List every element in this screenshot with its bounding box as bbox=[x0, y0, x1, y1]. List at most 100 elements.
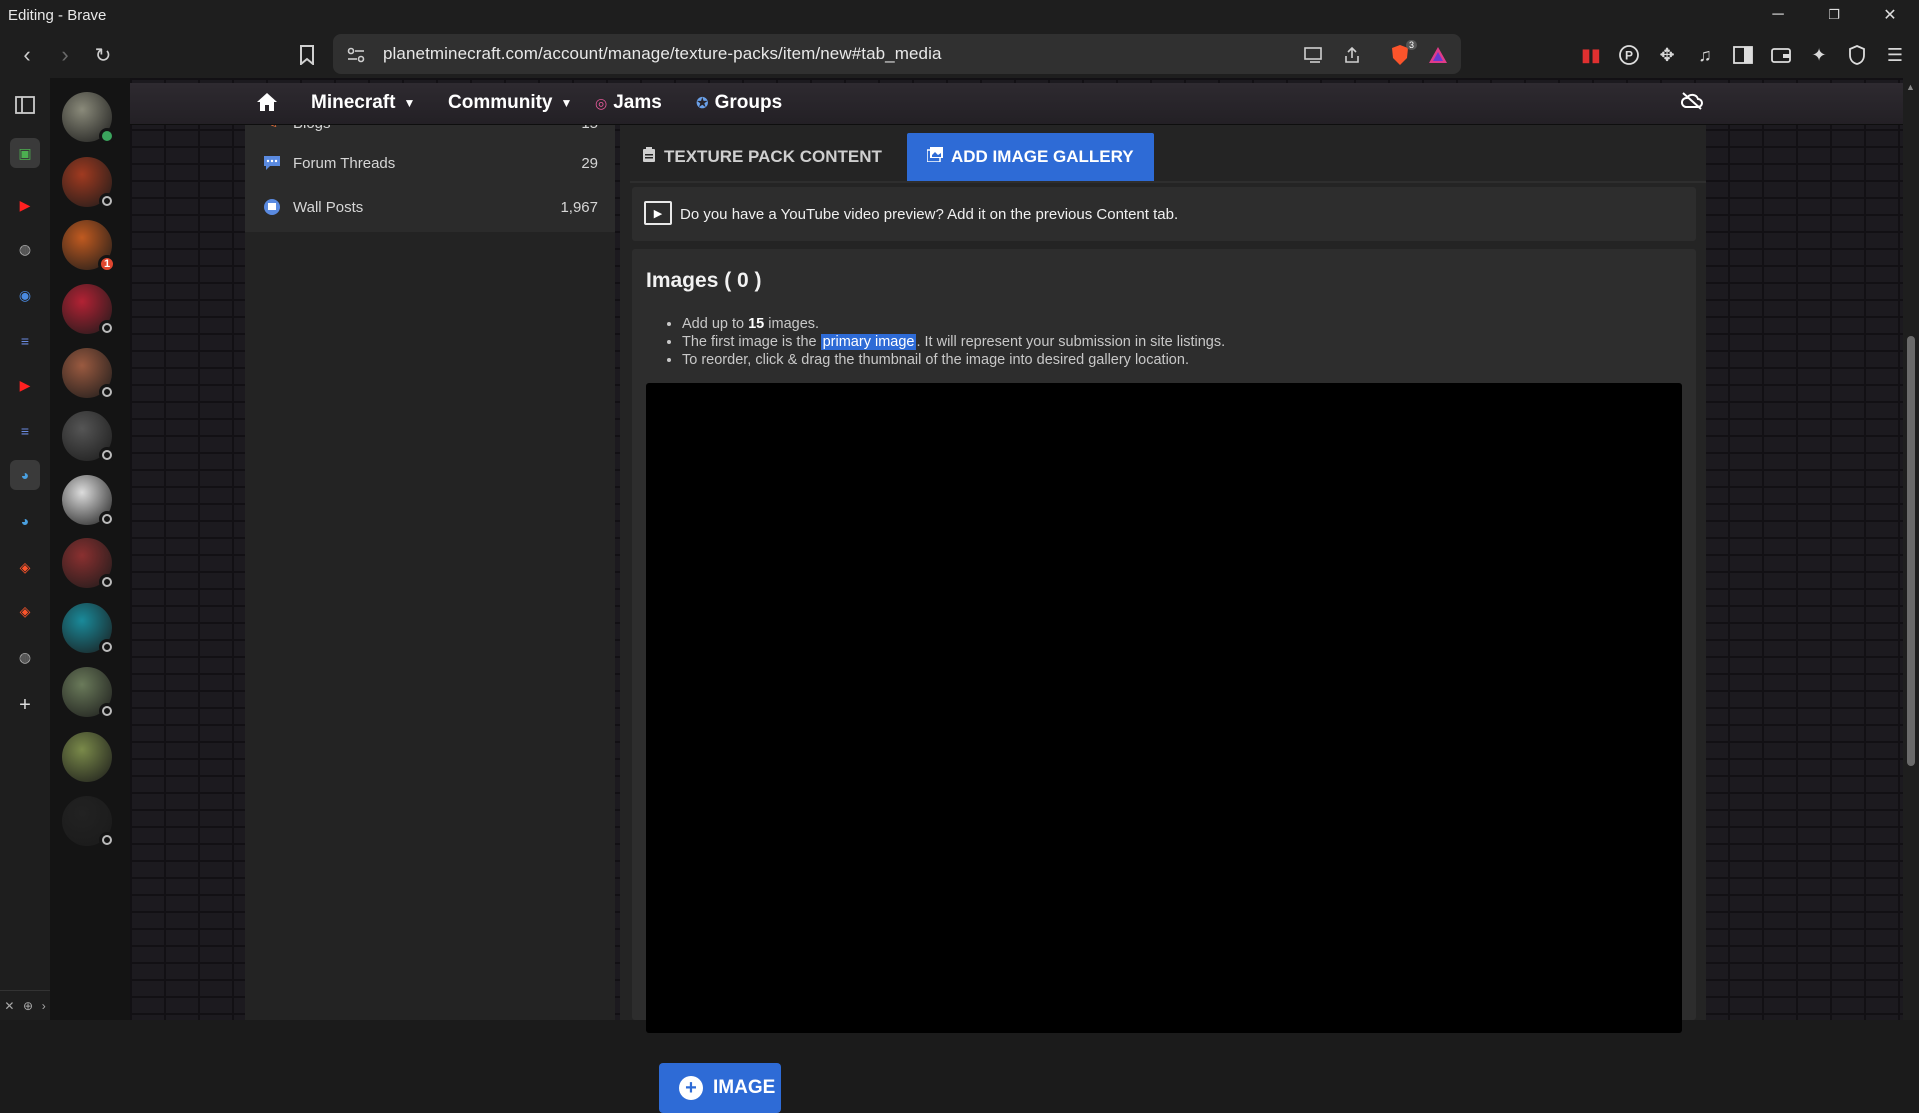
tab-docs-icon[interactable]: ≡ bbox=[10, 326, 40, 356]
tab-youtube-icon[interactable]: ▶ bbox=[10, 190, 40, 220]
add-image-button[interactable]: + IMAGE bbox=[659, 1063, 781, 1113]
browser-toolbar: ‹ › ↻ planetminecraft.com/account/manage… bbox=[0, 30, 1919, 78]
music-icon[interactable]: ♫ bbox=[1692, 42, 1718, 68]
reload-button[interactable]: ↻ bbox=[86, 38, 120, 72]
offline-status-icon bbox=[99, 574, 115, 590]
offline-status-icon bbox=[99, 703, 115, 719]
minimize-button[interactable]: ─ bbox=[1750, 0, 1806, 30]
leo-ai-icon[interactable]: ✦ bbox=[1806, 42, 1832, 68]
page-scrollbar[interactable]: ▲ bbox=[1903, 78, 1919, 1020]
close-window-button[interactable]: ✕ bbox=[1862, 0, 1918, 30]
maximize-button[interactable]: ❐ bbox=[1806, 0, 1862, 30]
tab-discord-icon[interactable]: ▣ bbox=[10, 138, 40, 168]
server-avatar[interactable] bbox=[62, 348, 115, 400]
home-link[interactable] bbox=[256, 92, 278, 112]
forward-button[interactable]: › bbox=[48, 38, 82, 72]
cast-icon[interactable] bbox=[1301, 42, 1327, 68]
vertical-strip-footer: ✕ ⊕ › bbox=[0, 990, 50, 1020]
tab-brave-icon[interactable]: ◈ bbox=[10, 552, 40, 582]
expand-strip-icon[interactable]: › bbox=[42, 999, 46, 1013]
tab-globe-icon-2[interactable]: ◍ bbox=[10, 642, 40, 672]
tab-chrome-icon[interactable]: ◉ bbox=[10, 280, 40, 310]
tab-youtube-icon-2[interactable]: ▶ bbox=[10, 370, 40, 400]
nav-minecraft[interactable]: Minecraft ▼ bbox=[311, 92, 415, 114]
scroll-up-icon[interactable]: ▲ bbox=[1906, 82, 1916, 92]
avatar-image bbox=[62, 732, 112, 782]
audio-extension-icon[interactable]: ▮▮ bbox=[1578, 42, 1604, 68]
site-navigation: Minecraft ▼ Community ▼ ◎ Jams ✪ Groups bbox=[130, 83, 1903, 125]
image-dropzone[interactable] bbox=[646, 383, 1682, 1033]
cloud-off-icon bbox=[1680, 92, 1703, 110]
server-avatar[interactable] bbox=[62, 538, 115, 590]
server-avatar[interactable]: 1 bbox=[62, 220, 116, 273]
offline-status-icon bbox=[99, 193, 115, 209]
close-strip-icon[interactable]: ✕ bbox=[4, 999, 14, 1013]
tab-globe-icon[interactable]: ◍ bbox=[10, 234, 40, 264]
window-title: Editing - Brave bbox=[8, 6, 107, 24]
rule-text: images. bbox=[764, 316, 820, 332]
offline-status-icon bbox=[99, 320, 115, 336]
rule-max-count: 15 bbox=[748, 316, 765, 332]
url-text[interactable]: planetminecraft.com/account/manage/textu… bbox=[383, 44, 942, 64]
image-gallery-section: Images ( 0 ) Add up to 15 images. The fi… bbox=[632, 249, 1696, 1113]
tab-texture-pack-content[interactable]: TEXTURE PACK CONTENT bbox=[622, 133, 902, 181]
list-item-wall-posts[interactable]: Wall Posts 1,967 bbox=[245, 187, 615, 227]
add-strip-icon[interactable]: ⊕ bbox=[23, 999, 33, 1013]
address-bar[interactable]: planetminecraft.com/account/manage/textu… bbox=[333, 34, 1461, 74]
wallet-icon[interactable] bbox=[1768, 42, 1794, 68]
vpn-icon[interactable] bbox=[1844, 42, 1870, 68]
list-item-count: 29 bbox=[581, 154, 598, 172]
list-item-forum-threads[interactable]: Forum Threads 29 bbox=[245, 143, 615, 183]
tab-add-image-gallery[interactable]: ADD IMAGE GALLERY bbox=[907, 133, 1154, 181]
reload-icon: ↻ bbox=[94, 44, 112, 67]
shields-count-badge: 3 bbox=[1405, 40, 1417, 50]
server-avatar[interactable] bbox=[62, 603, 115, 655]
tab-label: ADD IMAGE GALLERY bbox=[951, 147, 1134, 166]
new-tab-plus-icon[interactable]: + bbox=[10, 690, 40, 720]
scrollbar-thumb[interactable] bbox=[1907, 336, 1915, 766]
plus-circle-icon: + bbox=[679, 1076, 703, 1100]
tab-docs-icon-2[interactable]: ≡ bbox=[10, 416, 40, 446]
tab-divider bbox=[630, 181, 1706, 183]
brave-shields-icon[interactable]: 3 bbox=[1387, 40, 1417, 68]
sidebar-panel-icon[interactable] bbox=[10, 90, 40, 120]
server-avatar[interactable] bbox=[62, 667, 115, 719]
server-avatar[interactable] bbox=[62, 157, 115, 209]
cloud-off-button[interactable] bbox=[1680, 91, 1704, 111]
pinterest-icon[interactable]: P bbox=[1616, 42, 1642, 68]
sidebar-toggle-icon[interactable] bbox=[1730, 42, 1756, 68]
share-icon[interactable] bbox=[1339, 42, 1365, 68]
nav-community-label: Community bbox=[448, 92, 553, 113]
nav-groups[interactable]: ✪ Groups bbox=[696, 92, 782, 114]
youtube-notice: ▶ Do you have a YouTube video preview? A… bbox=[632, 187, 1696, 241]
online-status-icon bbox=[99, 128, 115, 144]
menu-icon[interactable]: ☰ bbox=[1882, 42, 1908, 68]
offline-status-icon bbox=[99, 832, 115, 848]
server-avatar[interactable] bbox=[62, 92, 115, 144]
back-button[interactable]: ‹ bbox=[10, 38, 44, 72]
brave-rewards-icon[interactable] bbox=[1425, 42, 1451, 68]
site-settings-icon[interactable] bbox=[343, 42, 369, 68]
svg-text:P: P bbox=[1625, 49, 1633, 63]
wall-post-icon bbox=[262, 197, 282, 217]
nav-jams[interactable]: ◎ Jams bbox=[595, 92, 662, 114]
rule-max-images: Add up to 15 images. bbox=[682, 315, 1225, 333]
tab-brave-icon-2[interactable]: ◈ bbox=[10, 596, 40, 626]
forward-arrow-icon: › bbox=[61, 42, 69, 67]
tab-planetminecraft-icon[interactable]: ◕ bbox=[10, 460, 40, 490]
list-item-count: 1,967 bbox=[560, 198, 598, 216]
server-avatar[interactable] bbox=[62, 796, 115, 848]
nav-groups-label: Groups bbox=[714, 92, 783, 113]
tab-planetminecraft-icon-2[interactable]: ◕ bbox=[10, 506, 40, 536]
server-avatar[interactable] bbox=[62, 475, 115, 527]
nav-community[interactable]: Community ▼ bbox=[448, 92, 572, 114]
video-play-icon: ▶ bbox=[644, 201, 672, 225]
server-avatar[interactable] bbox=[62, 732, 112, 782]
primary-image-highlight: primary image bbox=[820, 334, 917, 350]
nav-jams-label: Jams bbox=[613, 92, 662, 113]
bookmark-button[interactable] bbox=[290, 38, 324, 72]
server-avatar[interactable] bbox=[62, 284, 115, 336]
server-avatar[interactable] bbox=[62, 411, 115, 463]
gallery-heading: Images ( 0 ) bbox=[646, 269, 762, 292]
extensions-icon[interactable]: ✥ bbox=[1654, 42, 1680, 68]
